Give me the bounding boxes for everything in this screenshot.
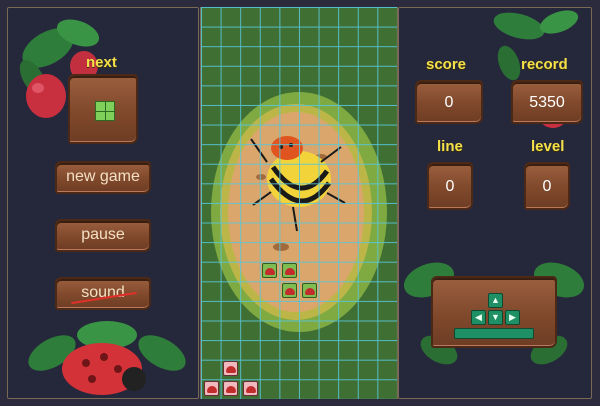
line-display: 0	[427, 162, 473, 210]
settled-block	[243, 381, 258, 396]
level-value: 0	[542, 178, 552, 195]
falling-piece-block	[282, 283, 297, 298]
next-piece-board	[68, 74, 138, 144]
level-display: 0	[524, 162, 570, 210]
right-panel: score 0 record 5350 line 0 level 0 ▲ ◀ ▼…	[398, 7, 592, 399]
score-label: score	[426, 56, 467, 73]
sound-button[interactable]: sound	[55, 277, 151, 310]
settled-block	[223, 361, 238, 376]
level-label: level	[531, 138, 565, 155]
record-label: record	[521, 56, 568, 73]
score-display: 0	[415, 80, 483, 124]
settled-block	[204, 381, 219, 396]
falling-piece-block	[302, 283, 317, 298]
record-display: 5350	[511, 80, 583, 124]
right-arrow-button[interactable]: ▶	[505, 310, 520, 325]
new-game-button[interactable]: new game	[55, 161, 151, 194]
next-label: next	[86, 54, 117, 71]
falling-piece-block	[262, 263, 277, 278]
up-arrow-button[interactable]: ▲	[488, 293, 503, 308]
pause-button[interactable]: pause	[55, 219, 151, 252]
board-grid	[201, 7, 397, 399]
down-arrow-button[interactable]: ▼	[488, 310, 503, 325]
left-arrow-button[interactable]: ◀	[471, 310, 486, 325]
left-panel: next new game pause sound	[7, 7, 199, 399]
game-board[interactable]	[200, 7, 398, 399]
drop-button[interactable]	[454, 328, 534, 339]
ladybug-decoration	[28, 321, 186, 395]
record-value: 5350	[529, 94, 565, 111]
falling-piece-block	[282, 263, 297, 278]
line-label: line	[437, 138, 463, 155]
score-value: 0	[444, 94, 454, 111]
line-value: 0	[445, 178, 455, 195]
next-piece-preview	[95, 101, 115, 121]
settled-block	[223, 381, 238, 396]
